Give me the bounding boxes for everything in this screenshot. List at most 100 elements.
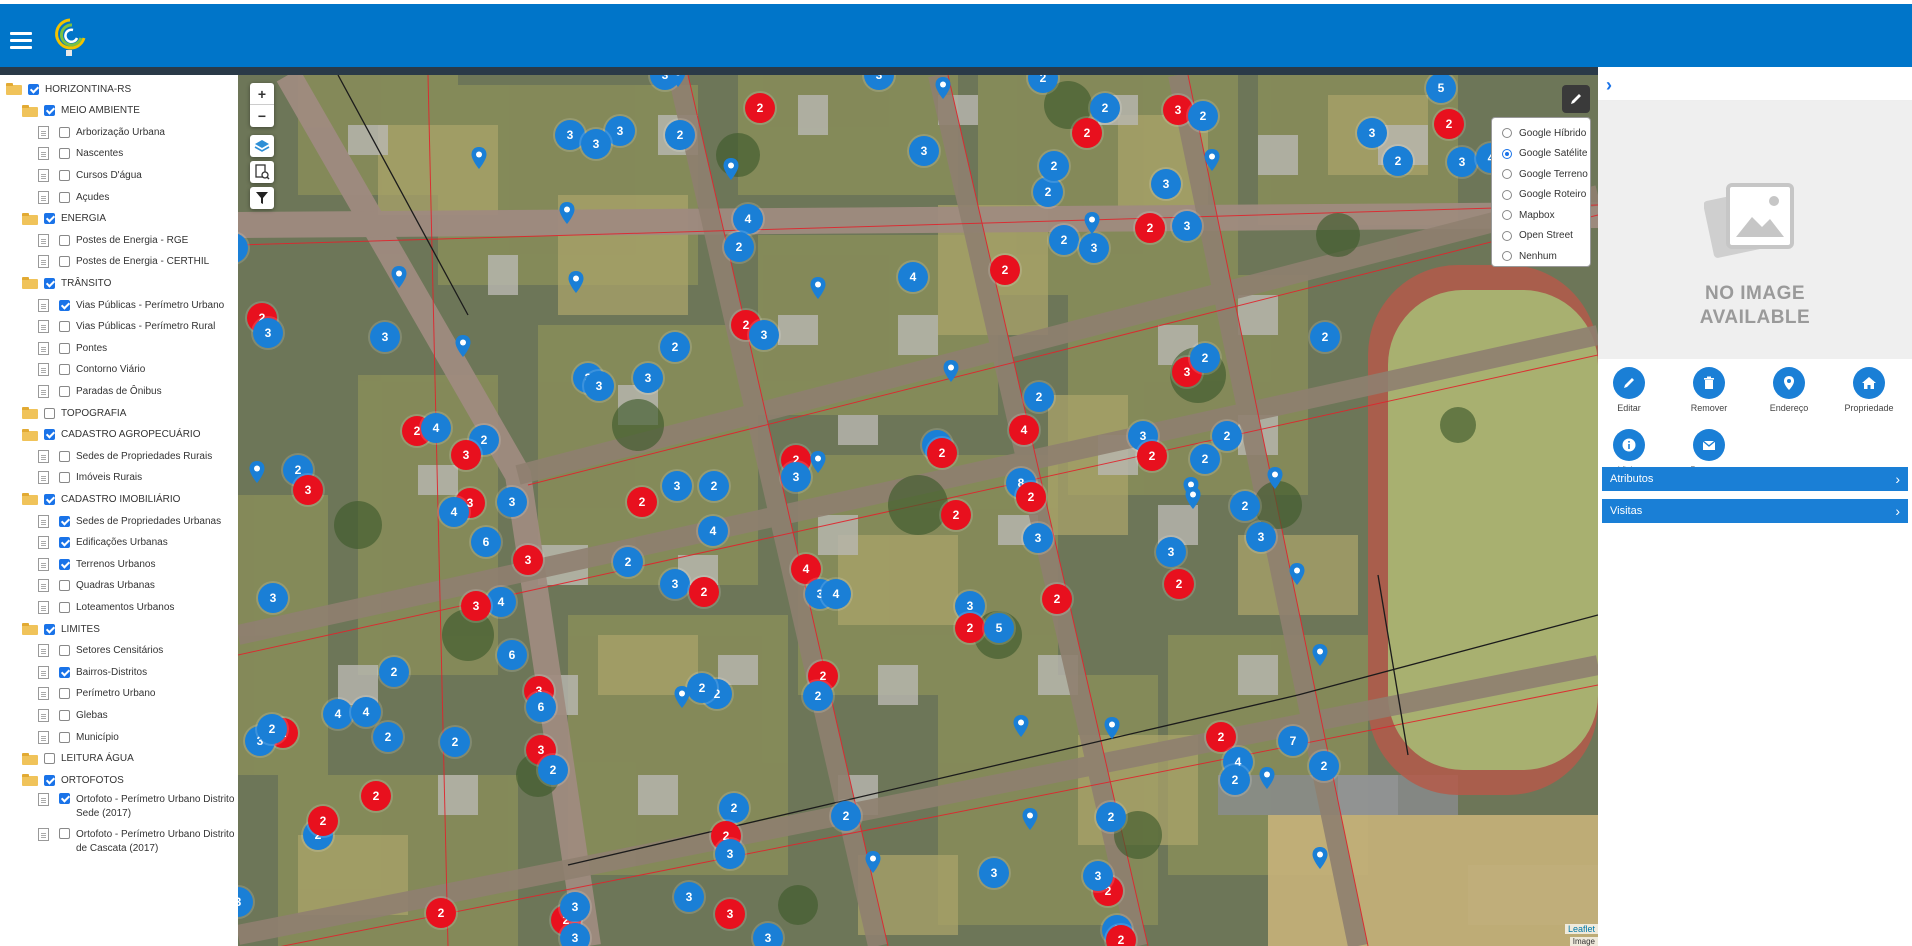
map-pin-icon[interactable]: [1013, 715, 1029, 737]
basemap-option[interactable]: Mapbox: [1502, 205, 1590, 226]
marker-cluster[interactable]: 2: [1016, 482, 1046, 512]
marker-cluster[interactable]: 2: [1190, 343, 1220, 373]
layer-row[interactable]: HORIZONTINA-RS: [6, 80, 131, 98]
layer-checkbox[interactable]: [59, 709, 70, 721]
layer-checkbox[interactable]: [59, 731, 70, 743]
marker-cluster[interactable]: 4: [1009, 415, 1039, 445]
action-circle[interactable]: [1853, 367, 1885, 399]
marker-cluster[interactable]: 2: [1220, 765, 1250, 795]
layer-row[interactable]: MEIO AMBIENTE: [22, 102, 140, 120]
basemap-option[interactable]: Google Roteiro: [1502, 185, 1590, 206]
marker-cluster[interactable]: 2: [689, 577, 719, 607]
layer-row[interactable]: Município: [38, 728, 119, 746]
layer-checkbox[interactable]: [59, 515, 70, 527]
marker-cluster[interactable]: 3: [781, 462, 811, 492]
layer-checkbox[interactable]: [59, 364, 70, 376]
layer-row[interactable]: Postes de Energia - RGE: [38, 231, 188, 249]
marker-cluster[interactable]: 2: [373, 722, 403, 752]
marker-cluster[interactable]: 4: [421, 413, 451, 443]
layer-checkbox[interactable]: [44, 213, 55, 225]
map-pin-icon[interactable]: [559, 202, 575, 224]
zoom-in-button[interactable]: +: [250, 83, 274, 105]
layer-row[interactable]: Glebas: [38, 706, 108, 724]
layer-row[interactable]: Nascentes: [38, 145, 123, 163]
map-pin-icon[interactable]: [810, 277, 826, 299]
action-editar[interactable]: Editar: [1589, 367, 1669, 413]
layer-row[interactable]: Vias Públicas - Perímetro Rural: [38, 318, 215, 336]
marker-cluster[interactable]: 2: [1188, 101, 1218, 131]
action-circle[interactable]: [1693, 429, 1725, 461]
layer-checkbox[interactable]: [59, 537, 70, 549]
layer-row[interactable]: ORTOFOTOS: [22, 771, 124, 789]
action-endereço[interactable]: Endereço: [1749, 367, 1829, 413]
marker-cluster[interactable]: 3: [1357, 118, 1387, 148]
map-pin-icon[interactable]: [1104, 717, 1120, 739]
marker-cluster[interactable]: 3: [1156, 537, 1186, 567]
marker-cluster[interactable]: 3: [1023, 523, 1053, 553]
marker-cluster[interactable]: 2: [1049, 225, 1079, 255]
marker-cluster[interactable]: 2: [941, 500, 971, 530]
basemap-option[interactable]: Open Street: [1502, 226, 1590, 247]
layer-checkbox[interactable]: [44, 623, 55, 635]
layer-checkbox[interactable]: [59, 645, 70, 657]
layer-checkbox[interactable]: [59, 169, 70, 181]
marker-cluster[interactable]: 3: [1172, 211, 1202, 241]
search-records-button[interactable]: [250, 161, 274, 183]
marker-cluster[interactable]: 2: [426, 898, 456, 928]
layer-row[interactable]: CADASTRO AGROPECUÁRIO: [22, 426, 200, 444]
layer-checkbox[interactable]: [59, 666, 70, 678]
marker-cluster[interactable]: 2: [927, 438, 957, 468]
marker-cluster[interactable]: 3: [258, 583, 288, 613]
layer-checkbox[interactable]: [59, 450, 70, 462]
layer-row[interactable]: Ortofoto - Perímetro Urbano Distrito de …: [38, 827, 236, 858]
layer-checkbox[interactable]: [44, 277, 55, 289]
basemap-option[interactable]: Nenhum: [1502, 246, 1590, 267]
marker-cluster[interactable]: 4: [323, 699, 353, 729]
layer-row[interactable]: Imóveis Rurais: [38, 469, 142, 487]
map-pin-icon[interactable]: [568, 271, 584, 293]
layer-checkbox[interactable]: [28, 83, 39, 95]
marker-cluster[interactable]: 2: [1137, 441, 1167, 471]
map-pin-icon[interactable]: [670, 75, 686, 87]
marker-cluster[interactable]: 2: [1096, 802, 1126, 832]
marker-cluster[interactable]: 3: [513, 545, 543, 575]
marker-cluster[interactable]: 4: [821, 579, 851, 609]
map-pin-icon[interactable]: [1312, 847, 1328, 869]
map-pin-icon[interactable]: [1267, 467, 1283, 489]
map-view[interactable]: 3322325233323234323222242322324233233323…: [238, 75, 1598, 946]
basemap-option[interactable]: Google Terreno: [1502, 164, 1590, 185]
marker-cluster[interactable]: 4: [733, 204, 763, 234]
section-atributos[interactable]: Atributos ›: [1602, 467, 1908, 491]
marker-cluster[interactable]: 2: [1039, 151, 1069, 181]
map-pin-icon[interactable]: [1312, 644, 1328, 666]
zoom-out-button[interactable]: −: [250, 105, 274, 127]
layer-checkbox[interactable]: [59, 558, 70, 570]
marker-cluster[interactable]: 6: [497, 640, 527, 670]
map-pin-icon[interactable]: [1084, 212, 1100, 234]
marker-cluster[interactable]: 3: [753, 923, 783, 946]
layer-row[interactable]: Pontes: [38, 339, 107, 357]
layer-row[interactable]: Setores Censitários: [38, 642, 163, 660]
layer-checkbox[interactable]: [59, 148, 70, 160]
marker-cluster[interactable]: 2: [724, 232, 754, 262]
layer-checkbox[interactable]: [59, 601, 70, 613]
layer-checkbox[interactable]: [59, 580, 70, 592]
layer-checkbox[interactable]: [44, 774, 55, 786]
marker-cluster[interactable]: 2: [627, 487, 657, 517]
section-visitas[interactable]: Visitas ›: [1602, 499, 1908, 523]
map-pin-icon[interactable]: [943, 360, 959, 382]
layer-checkbox[interactable]: [44, 407, 55, 419]
marker-cluster[interactable]: 2: [361, 781, 391, 811]
marker-cluster[interactable]: 3: [293, 475, 323, 505]
marker-cluster[interactable]: 3: [461, 591, 491, 621]
layer-row[interactable]: ENERGIA: [22, 210, 106, 228]
marker-cluster[interactable]: 2: [831, 801, 861, 831]
collapse-panel-chevron-icon[interactable]: ›: [1606, 75, 1612, 96]
marker-cluster[interactable]: 3: [660, 569, 690, 599]
map-pin-icon[interactable]: [1259, 767, 1275, 789]
hamburger-menu-icon[interactable]: [10, 32, 32, 50]
marker-cluster[interactable]: 2: [1230, 491, 1260, 521]
map-pin-icon[interactable]: [674, 686, 690, 708]
marker-cluster[interactable]: 3: [1083, 861, 1113, 891]
layer-row[interactable]: TRÂNSITO: [22, 274, 111, 292]
